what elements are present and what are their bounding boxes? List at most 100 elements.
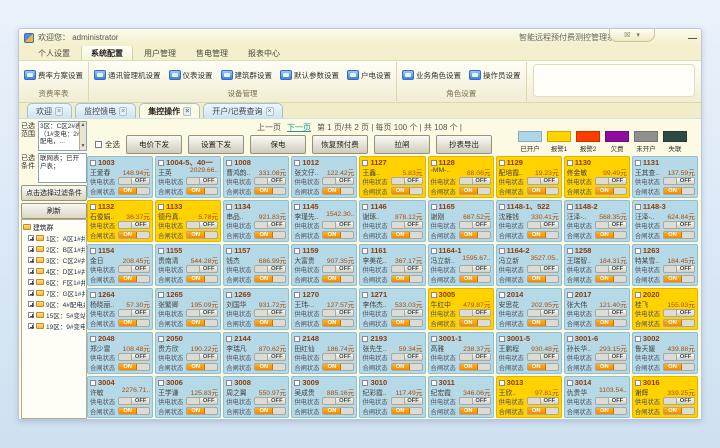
refresh-button[interactable]: 刷新 <box>21 203 87 219</box>
supply-toggle[interactable]: OFF <box>322 221 354 229</box>
supply-toggle[interactable]: OFF <box>186 309 218 317</box>
range-scrollbar[interactable]: ▲▼ <box>79 122 86 150</box>
meter-card-1003[interactable]: 1003王爱春148.94元供电状态OFF合闸状态ON <box>87 156 153 198</box>
switch-toggle[interactable]: ON <box>186 187 218 195</box>
meter-card-3010[interactable]: 3010纪彩霞..117.49元供电状态OFF合闸状态ON <box>359 376 425 418</box>
supply-toggle[interactable]: OFF <box>527 221 559 229</box>
switch-toggle[interactable]: ON <box>459 275 491 283</box>
meter-checkbox[interactable] <box>567 292 573 298</box>
meter-checkbox[interactable] <box>567 380 573 386</box>
tab-close-icon[interactable]: × <box>266 107 274 116</box>
supply-toggle[interactable]: OFF <box>391 221 423 229</box>
expand-icon[interactable] <box>28 290 34 296</box>
meter-checkbox[interactable] <box>362 248 368 254</box>
switch-toggle[interactable]: ON <box>663 363 695 371</box>
switch-toggle[interactable]: ON <box>118 187 150 195</box>
meter-checkbox[interactable] <box>499 292 505 298</box>
supply-toggle[interactable]: OFF <box>527 397 559 405</box>
meter-checkbox[interactable] <box>431 336 437 342</box>
switch-toggle[interactable]: ON <box>322 407 354 415</box>
toolbar-button-4[interactable]: 拉闸 <box>374 135 430 154</box>
meter-card-1264[interactable]: 1264杨晓丽..57.30元供电状态OFF合闸状态ON <box>87 288 153 330</box>
meter-card-1161[interactable]: 1161李美花..367.17元供电状态OFF合闸状态ON <box>359 244 425 286</box>
tab-3[interactable]: 开户/记费查询× <box>203 103 282 118</box>
tab-close-icon[interactable]: × <box>55 107 63 116</box>
supply-toggle[interactable]: OFF <box>391 397 423 405</box>
switch-toggle[interactable]: ON <box>322 319 354 327</box>
meter-card-3001-5[interactable]: 3001-5王鹏程930.48元供电状态OFF合闸状态ON <box>496 332 562 374</box>
switch-toggle[interactable]: ON <box>595 231 627 239</box>
meter-card-1130[interactable]: 1130佟金敏99.49元供电状态OFF合闸状态ON <box>564 156 630 198</box>
ribbon-button[interactable]: 仪表设置 <box>167 68 215 83</box>
meter-card-1146[interactable]: 1146谢琢..878.12元供电状态OFF合闸状态ON <box>359 200 425 242</box>
switch-toggle[interactable]: ON <box>186 363 218 371</box>
meter-card-3002[interactable]: 3002鲁天媛439.88元供电状态OFF合闸状态ON <box>632 332 698 374</box>
switch-toggle[interactable]: ON <box>595 275 627 283</box>
switch-toggle[interactable]: ON <box>254 231 286 239</box>
supply-toggle[interactable]: OFF <box>254 353 286 361</box>
supply-toggle[interactable]: OFF <box>254 265 286 273</box>
switch-toggle[interactable]: ON <box>663 187 695 195</box>
supply-toggle[interactable]: OFF <box>322 397 354 405</box>
help-icon[interactable]: ☒ <box>624 31 630 39</box>
meter-checkbox[interactable] <box>226 204 232 210</box>
meter-card-1127[interactable]: 1127王鑫..5.83元供电状态OFF合闸状态ON <box>359 156 425 198</box>
supply-toggle[interactable]: OFF <box>118 265 150 273</box>
menu-item-0[interactable]: 个人设置 <box>29 46 79 60</box>
meter-card-1148-2[interactable]: 1148-2汪泽-..568.35元供电状态OFF合闸状态ON <box>564 200 630 242</box>
tab-0[interactable]: 欢迎× <box>27 103 72 118</box>
switch-toggle[interactable]: ON <box>459 363 491 371</box>
meter-checkbox[interactable] <box>431 292 437 298</box>
ribbon-button[interactable]: 户电设置 <box>345 68 393 83</box>
supply-toggle[interactable]: OFF <box>118 397 150 405</box>
meter-card-1128[interactable]: 1128-MM-..88.06元供电状态OFF合闸状态ON <box>428 156 494 198</box>
meter-card-2144[interactable]: 2144李瑞凡870.62元供电状态OFF合闸状态ON <box>223 332 289 374</box>
toolbar-button-3[interactable]: 恢复预付费 <box>312 135 368 154</box>
meter-checkbox[interactable] <box>294 160 300 166</box>
meter-card-1164-2[interactable]: 1164-2冯立新3527.05..供电状态OFF合闸状态ON <box>496 244 562 286</box>
meter-checkbox[interactable] <box>90 160 96 166</box>
switch-toggle[interactable]: ON <box>663 319 695 327</box>
meter-card-3011[interactable]: 3011纪宏霞346.06元供电状态OFF合闸状态ON <box>428 376 494 418</box>
switch-toggle[interactable]: ON <box>322 275 354 283</box>
supply-toggle[interactable]: OFF <box>322 265 354 273</box>
meter-card-1012[interactable]: 1012张文仔..122.42元供电状态OFF合闸状态ON <box>291 156 357 198</box>
pick-filter-button[interactable]: 点击选择过滤条件 <box>21 185 87 201</box>
switch-toggle[interactable]: ON <box>527 407 559 415</box>
meter-card-3001-1[interactable]: 3001-1高雅238.37元供电状态OFF合闸状态ON <box>428 332 494 374</box>
expand-icon[interactable] <box>28 301 34 307</box>
switch-toggle[interactable]: ON <box>391 187 423 195</box>
meter-card-2148[interactable]: 2148田红仙186.74元供电状态OFF合闸状态ON <box>291 332 357 374</box>
meter-checkbox[interactable] <box>567 248 573 254</box>
ribbon-button[interactable]: 业务角色设置 <box>400 68 463 83</box>
expand-icon[interactable] <box>28 257 34 263</box>
tab-close-icon[interactable]: × <box>119 107 127 116</box>
supply-toggle[interactable]: OFF <box>254 397 286 405</box>
meter-card-2014[interactable]: 2014安思花202.95元供电状态OFF合闸状态ON <box>496 288 562 330</box>
meter-card-1004-5、40一[interactable]: 1004-5、40一王英2029.66..供电状态OFF合闸状态ON <box>155 156 221 198</box>
meter-checkbox[interactable] <box>362 292 368 298</box>
switch-toggle[interactable]: ON <box>391 363 423 371</box>
switch-toggle[interactable]: ON <box>527 187 559 195</box>
meter-card-2048[interactable]: 2048郑少雷108.48元供电状态OFF合闸状态ON <box>87 332 153 374</box>
meter-checkbox[interactable] <box>567 336 573 342</box>
supply-toggle[interactable]: OFF <box>459 353 491 361</box>
tree-item-3[interactable]: 4区：D区1#井（D区... <box>28 266 85 276</box>
meter-checkbox[interactable] <box>294 248 300 254</box>
supply-toggle[interactable]: OFF <box>459 221 491 229</box>
meter-checkbox[interactable] <box>431 380 437 386</box>
meter-checkbox[interactable] <box>158 204 164 210</box>
meter-checkbox[interactable] <box>90 336 96 342</box>
switch-toggle[interactable]: ON <box>391 319 423 327</box>
meter-checkbox[interactable] <box>362 380 368 386</box>
meter-checkbox[interactable] <box>158 336 164 342</box>
supply-toggle[interactable]: OFF <box>254 177 286 185</box>
ribbon-button[interactable]: 操作员设置 <box>467 68 523 83</box>
menu-item-3[interactable]: 售电管理 <box>187 46 237 60</box>
supply-toggle[interactable]: OFF <box>186 397 218 405</box>
supply-toggle[interactable]: OFF <box>322 353 354 361</box>
switch-toggle[interactable]: ON <box>595 187 627 195</box>
meter-checkbox[interactable] <box>635 160 641 166</box>
meter-checkbox[interactable] <box>499 248 505 254</box>
supply-toggle[interactable]: OFF <box>118 309 150 317</box>
